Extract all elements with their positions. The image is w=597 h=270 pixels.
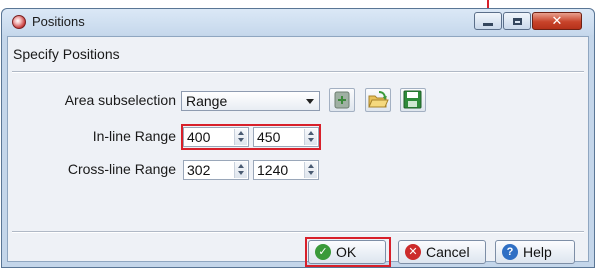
help-icon: ? xyxy=(502,244,518,260)
open-button[interactable] xyxy=(365,88,391,112)
title-bar[interactable]: Positions ✕ xyxy=(2,9,594,35)
open-folder-icon xyxy=(368,91,389,108)
spinner-arrows-icon[interactable] xyxy=(234,162,247,178)
save-icon xyxy=(403,90,422,109)
spin-up-icon xyxy=(238,164,244,168)
save-button[interactable] xyxy=(400,88,426,112)
filter-button[interactable] xyxy=(329,88,355,112)
spin-up-icon xyxy=(308,164,314,168)
cancel-label: Cancel xyxy=(426,244,470,260)
inline-range-highlight xyxy=(181,124,321,150)
filter-icon xyxy=(334,91,350,109)
chevron-down-icon xyxy=(306,99,314,104)
crossline-range-from-value: 302 xyxy=(187,162,211,178)
close-icon: ✕ xyxy=(551,13,563,28)
minimize-button[interactable] xyxy=(474,12,502,30)
maximize-icon xyxy=(512,17,522,25)
crossline-range-from-input[interactable]: 302 xyxy=(183,160,249,180)
maximize-button[interactable] xyxy=(503,12,531,30)
close-button[interactable]: ✕ xyxy=(532,12,582,30)
spin-down-icon xyxy=(238,171,244,175)
app-icon xyxy=(12,15,26,29)
inline-range-label: In-line Range xyxy=(92,128,176,144)
positions-dialog: Positions ✕ Specify Positions Area subse… xyxy=(1,8,595,268)
area-subselection-value: Range xyxy=(186,93,228,109)
window-title: Positions xyxy=(32,14,85,29)
spinner-arrows-icon[interactable] xyxy=(304,162,317,178)
top-divider xyxy=(12,71,584,73)
crossline-range-to-input[interactable]: 1240 xyxy=(253,160,319,180)
area-subselection-select[interactable]: Range xyxy=(181,91,320,111)
area-subselection-label: Area subselection xyxy=(64,92,176,108)
help-button[interactable]: ? Help xyxy=(495,240,575,264)
cancel-icon: ✕ xyxy=(405,244,421,260)
spin-down-icon xyxy=(308,171,314,175)
ok-highlight xyxy=(305,237,391,267)
help-label: Help xyxy=(523,244,552,260)
dialog-body: Specify Positions Area subselection Rang… xyxy=(7,36,589,267)
minimize-icon xyxy=(483,23,493,26)
section-heading: Specify Positions xyxy=(13,46,120,62)
cancel-button[interactable]: ✕ Cancel xyxy=(398,240,486,264)
crossline-range-label: Cross-line Range xyxy=(67,161,176,177)
bottom-divider xyxy=(12,231,584,233)
crossline-range-to-value: 1240 xyxy=(257,162,289,178)
